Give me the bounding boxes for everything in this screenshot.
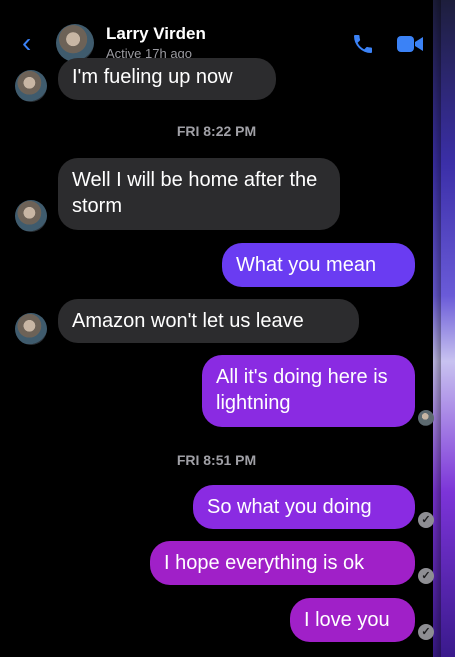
message-text: Amazon won't let us leave: [72, 310, 304, 332]
message-bubble-outgoing[interactable]: All it's doing here is lightning: [202, 355, 415, 427]
message-bubble-outgoing[interactable]: So what you doing: [193, 485, 415, 529]
screen-edge-shade: [431, 0, 441, 657]
phone-icon[interactable]: [350, 32, 376, 56]
message-text: What you mean: [236, 254, 377, 276]
video-camera-icon[interactable]: [396, 33, 424, 55]
delivered-check-icon: ✓: [418, 512, 434, 528]
chevron-left-icon[interactable]: ‹: [22, 29, 31, 57]
message-text: I'm fueling up now: [72, 66, 233, 88]
delivered-check-icon: ✓: [418, 568, 434, 584]
contact-avatar[interactable]: [56, 24, 94, 62]
message-text: So what you doing: [207, 496, 372, 518]
message-bubble-incoming[interactable]: Well I will be home after the storm: [58, 158, 340, 230]
message-text: All it's doing here is lightning: [216, 366, 388, 414]
timestamp: FRI 8:51 PM: [176, 452, 257, 468]
contact-avatar-small: [15, 70, 47, 102]
contact-avatar-small: [15, 313, 47, 345]
message-bubble-incoming[interactable]: Amazon won't let us leave: [58, 299, 359, 343]
message-bubble-incoming[interactable]: I'm fueling up now: [58, 58, 276, 100]
timestamp: FRI 8:22 PM: [176, 123, 257, 139]
read-receipt-avatar: [418, 410, 434, 426]
message-bubble-outgoing[interactable]: I love you: [290, 598, 415, 642]
contact-avatar-small: [15, 200, 47, 232]
message-text: I hope everything is ok: [164, 552, 365, 574]
message-bubble-outgoing[interactable]: What you mean: [222, 243, 415, 287]
message-text: Well I will be home after the storm: [72, 169, 318, 217]
contact-name[interactable]: Larry Virden: [106, 24, 206, 44]
delivered-check-icon: ✓: [418, 624, 434, 640]
message-text: I love you: [304, 609, 390, 631]
message-bubble-outgoing[interactable]: I hope everything is ok: [150, 541, 415, 585]
